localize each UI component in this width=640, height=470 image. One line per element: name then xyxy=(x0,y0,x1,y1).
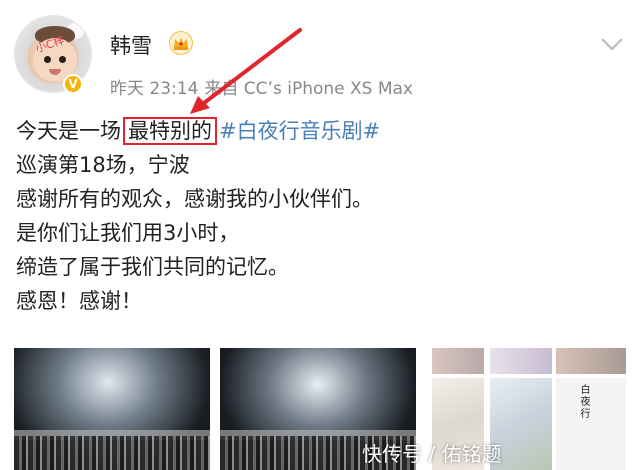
username[interactable]: 韩雪 xyxy=(110,30,152,60)
post-time: 昨天 23:14 xyxy=(110,79,199,99)
photo-thumb[interactable] xyxy=(490,348,552,374)
post-meta: 昨天 23:14 来自 CC’s iPhone XS Max xyxy=(110,74,413,99)
post-source[interactable]: 来自 CC’s iPhone XS Max xyxy=(204,79,413,99)
post-line: 缔造了属于我们共同的记忆。 xyxy=(16,255,289,279)
post-line: 感谢所有的观众，感谢我的小伙伴们。 xyxy=(16,187,373,211)
highlight-box: 最特别的 xyxy=(123,117,217,145)
post-text: 今天是一场 最特别的 #白夜行音乐剧# 巡演第18场，宁波 感谢所有的观众，感谢我的… xyxy=(16,114,626,318)
photo-stage-1[interactable] xyxy=(14,348,210,470)
v-badge-icon: V xyxy=(63,74,83,94)
hashtag-link[interactable]: #白夜行音乐剧# xyxy=(219,119,380,143)
crown-icon[interactable] xyxy=(168,31,194,55)
post-line: 巡演第18场，宁波 xyxy=(16,153,190,177)
chevron-down-icon[interactable] xyxy=(600,36,624,52)
post-line: 感恩！感谢！ xyxy=(16,289,142,313)
watermark: 快传号 / 佑铭题 xyxy=(362,442,502,466)
text-segment: 今天是一场 xyxy=(16,119,121,143)
photo-thumb[interactable] xyxy=(432,348,484,374)
photo-calligraphy[interactable]: 白夜行 xyxy=(556,378,626,470)
photo-thumb[interactable] xyxy=(556,348,626,374)
post-line-1: 今天是一场 最特别的 #白夜行音乐剧# xyxy=(16,114,626,148)
calligraphy-text: 白夜行 xyxy=(578,384,589,420)
post-line: 是你们让我们用3小时， xyxy=(16,221,240,245)
